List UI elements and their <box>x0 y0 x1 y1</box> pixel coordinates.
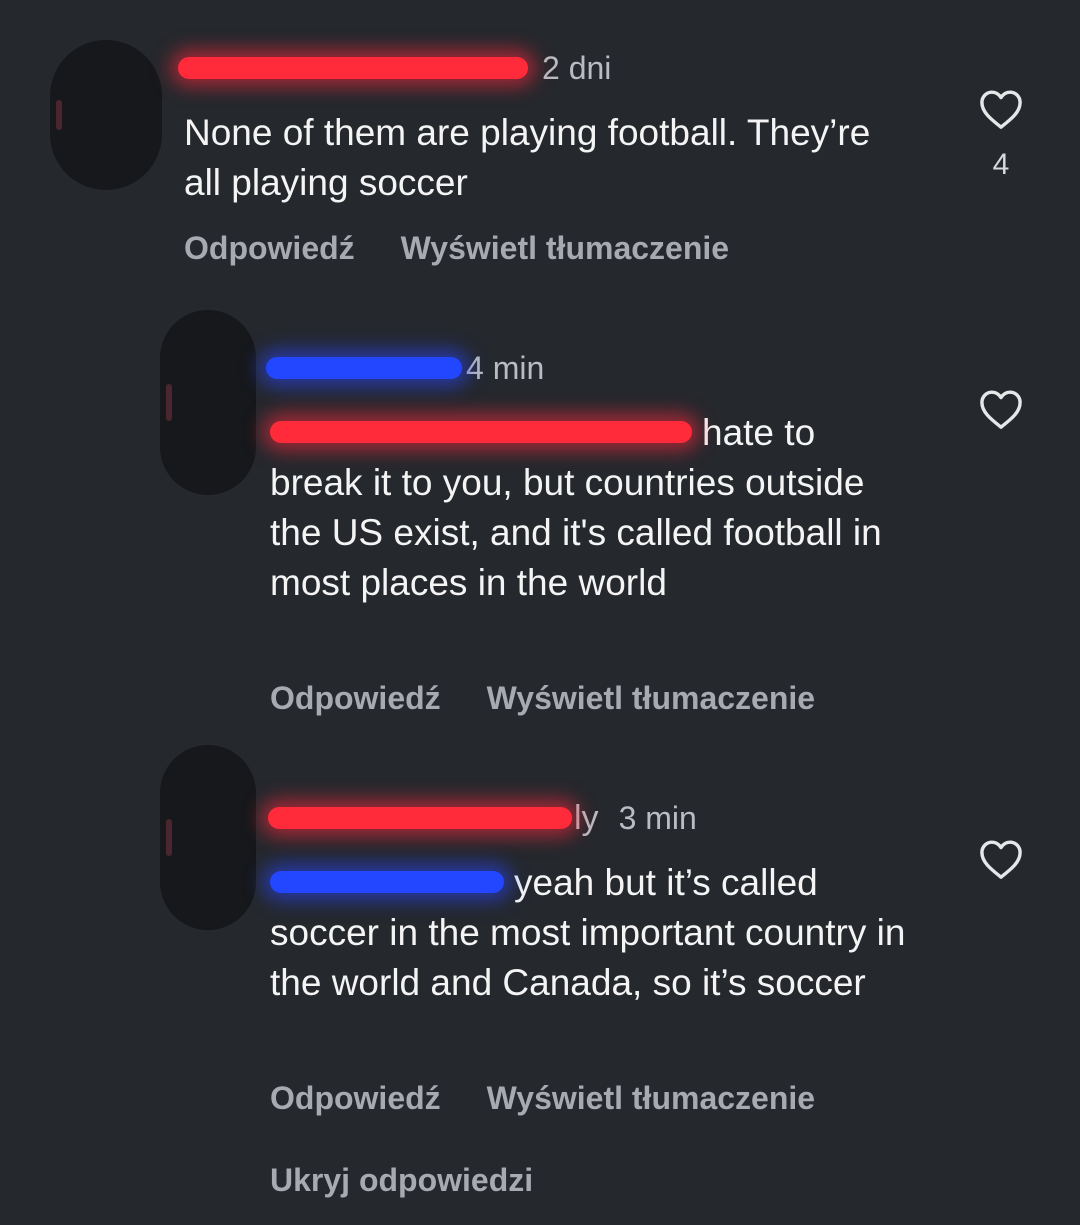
comment-header: ly 3 min <box>268 798 697 838</box>
comment-actions: Odpowiedź Wyświetl tłumaczenie <box>270 680 815 717</box>
heart-icon <box>980 840 1022 879</box>
comment-header: 2 dni <box>178 48 611 88</box>
like-button[interactable]: 4 <box>978 88 1024 182</box>
avatar[interactable] <box>50 40 162 190</box>
avatar[interactable] <box>160 310 256 495</box>
reply-button[interactable]: Odpowiedź <box>270 1080 441 1117</box>
comment-time: 3 min <box>618 799 697 836</box>
translate-button[interactable]: Wyświetl tłumaczenie <box>487 680 815 717</box>
comment-text: yeah but it’s called soccer in the most … <box>270 858 920 1008</box>
comment-body: None of them are playing football. They’… <box>184 112 871 203</box>
heart-icon <box>980 90 1022 129</box>
translate-button[interactable]: Wyświetl tłumaczenie <box>487 1080 815 1117</box>
redacted-username[interactable] <box>268 807 572 829</box>
redacted-mention[interactable] <box>270 421 692 444</box>
translate-button[interactable]: Wyświetl tłumaczenie <box>401 230 729 267</box>
comment-text: None of them are playing football. They’… <box>184 108 884 208</box>
comment-actions: Odpowiedź Wyświetl tłumaczenie <box>184 230 729 267</box>
reply-button[interactable]: Odpowiedź <box>270 680 441 717</box>
like-button[interactable] <box>978 838 1024 880</box>
hide-replies-button[interactable]: Ukryj odpowiedzi <box>270 1162 533 1199</box>
comment-actions: Odpowiedź Wyświetl tłumaczenie <box>270 1080 815 1117</box>
comment-time: 4 min <box>466 349 545 386</box>
comment-text: hate to break it to you, but countries o… <box>270 408 910 608</box>
comment-header: 4 min <box>266 348 544 388</box>
comment-time: 2 dni <box>542 49 612 86</box>
redacted-mention[interactable] <box>270 871 504 894</box>
redacted-username[interactable] <box>266 357 462 379</box>
heart-icon <box>980 390 1022 429</box>
reply-button[interactable]: Odpowiedź <box>184 230 355 267</box>
redacted-username[interactable] <box>178 57 528 79</box>
like-button[interactable] <box>978 388 1024 430</box>
username-suffix: ly <box>574 798 599 837</box>
like-count: 4 <box>992 148 1010 181</box>
avatar[interactable] <box>160 745 256 930</box>
